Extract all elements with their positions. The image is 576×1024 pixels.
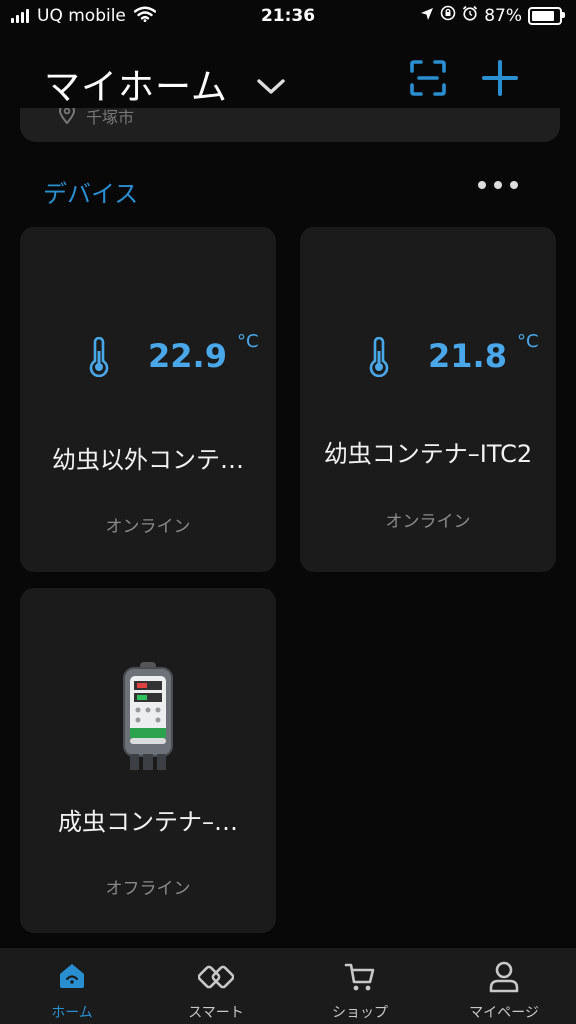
- home-icon: [56, 960, 88, 994]
- tab-label: スマート: [188, 1005, 244, 1021]
- temperature-value: 21.8: [428, 337, 507, 375]
- location-pin-icon: [58, 108, 76, 128]
- device-status: オフライン: [105, 879, 191, 899]
- scan-icon: [409, 59, 447, 101]
- more-options-button[interactable]: [478, 181, 518, 189]
- device-card[interactable]: 成虫コンテナ–… オフライン: [20, 588, 276, 933]
- temperature-unit: °C: [516, 331, 539, 352]
- location-arrow-icon: [420, 6, 434, 26]
- home-title: マイホーム: [44, 67, 228, 108]
- device-card[interactable]: 21.8 °C 幼虫コンテナ–ITC2 オンライン: [300, 227, 556, 572]
- alarm-icon: [462, 5, 478, 26]
- tab-bar: ホーム スマート ショップ マイページ: [0, 948, 576, 1024]
- device-name: 成虫コンテナ–…: [58, 808, 238, 836]
- chevron-down-icon: [256, 64, 286, 105]
- home-selector[interactable]: マイホーム: [44, 58, 286, 110]
- device-name: 幼虫以外コンテ…: [52, 446, 244, 474]
- dot: [478, 181, 486, 189]
- device-name: 幼虫コンテナ–ITC2: [323, 440, 533, 468]
- device-status: オンライン: [385, 512, 471, 532]
- device-card[interactable]: 22.9 °C 幼虫以外コンテ… オンライン: [20, 227, 276, 572]
- tab-label: ショップ: [332, 1005, 388, 1021]
- smart-link-icon: [197, 960, 235, 994]
- thermometer-icon: [368, 336, 390, 381]
- person-icon: [488, 960, 520, 994]
- tab-smart[interactable]: スマート: [144, 948, 288, 1024]
- location-card[interactable]: 千塚市: [20, 108, 560, 142]
- temperature-unit: °C: [236, 331, 259, 352]
- device-status: オンライン: [105, 517, 191, 537]
- dot: [494, 181, 502, 189]
- dot: [510, 181, 518, 189]
- location-name: 千塚市: [86, 108, 135, 127]
- battery-percentage: 87%: [484, 5, 522, 26]
- tab-label: マイページ: [469, 1005, 539, 1021]
- tab-label: ホーム: [51, 1005, 93, 1021]
- scan-button[interactable]: [408, 60, 448, 100]
- devices-section-title: デバイス: [43, 180, 139, 208]
- battery-icon: [528, 6, 565, 25]
- tab-shop[interactable]: ショップ: [288, 948, 432, 1024]
- orientation-lock-icon: [440, 5, 456, 26]
- cart-icon: [343, 960, 377, 994]
- tab-home[interactable]: ホーム: [0, 948, 144, 1024]
- plus-icon: [481, 59, 519, 101]
- thermostat-device-image: [122, 660, 174, 776]
- tab-mypage[interactable]: マイページ: [432, 948, 576, 1024]
- add-device-button[interactable]: [480, 60, 520, 100]
- temperature-value: 22.9: [148, 337, 227, 375]
- thermometer-icon: [88, 336, 110, 381]
- status-bar: UQ mobile 21:36 87%: [0, 0, 576, 32]
